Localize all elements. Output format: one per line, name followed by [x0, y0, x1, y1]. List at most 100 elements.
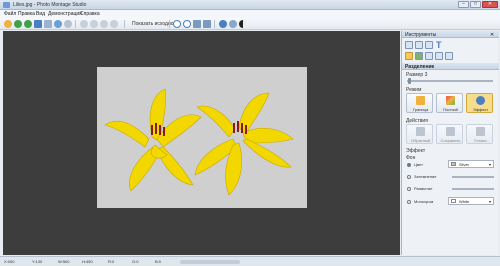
done-label: Готово: [474, 138, 487, 143]
forward-arrow-icon[interactable]: [24, 20, 32, 28]
border-mode-icon: [416, 96, 425, 105]
settings-icon[interactable]: [219, 20, 227, 28]
panel-header: Инструменты ✕: [402, 31, 499, 38]
monochrome-select-value: White: [459, 199, 470, 204]
window-title: Lilies.jpg - Photo Montage Studio: [13, 2, 87, 8]
zoom-actual-icon[interactable]: [110, 20, 118, 28]
horizontal-scrollbar[interactable]: [180, 260, 240, 264]
color-swatch: [451, 162, 456, 166]
app-icon: [3, 2, 10, 8]
effects-tool-icon[interactable]: [445, 52, 453, 60]
open-icon[interactable]: [4, 20, 12, 28]
status-width: W:500: [58, 259, 70, 264]
frame-tool-icon[interactable]: [435, 52, 443, 60]
effect-mode-icon: [476, 96, 485, 105]
separator: [214, 20, 215, 28]
status-x: X:000: [4, 259, 15, 264]
panel-header-label: Инструменты: [405, 32, 437, 38]
invert-icon: [416, 127, 425, 136]
redo-icon[interactable]: [64, 20, 72, 28]
zoom-out-icon[interactable]: [90, 20, 98, 28]
color-tool-icon[interactable]: [415, 52, 423, 60]
menu-bar: Файл Правка Вид Демонстрация Справка: [0, 10, 500, 18]
back-arrow-icon[interactable]: [14, 20, 22, 28]
mode-border-label: Граница: [412, 107, 429, 112]
zoom-fit-icon[interactable]: [100, 20, 108, 28]
lily-flowers-image: [104, 88, 294, 196]
menu-demo[interactable]: Демонстрация: [48, 11, 82, 17]
done-button[interactable]: Готово: [466, 124, 493, 144]
print-icon[interactable]: [44, 20, 52, 28]
save-icon[interactable]: [34, 20, 42, 28]
rotate-tool-icon[interactable]: [425, 41, 433, 49]
section-header: Разделение: [402, 63, 499, 70]
mode-border-button[interactable]: Граница: [406, 93, 433, 113]
background-label: Фон: [406, 155, 416, 161]
photo-image[interactable]: [97, 67, 307, 208]
menu-help[interactable]: Справка: [80, 11, 100, 17]
effect-label: Эффект: [406, 148, 426, 154]
flip-vertical-icon[interactable]: [193, 20, 201, 28]
separation-tool-icon[interactable]: [405, 52, 413, 60]
undo-icon[interactable]: [54, 20, 62, 28]
brightness-icon[interactable]: [229, 20, 237, 28]
status-blue: B:0: [155, 259, 162, 264]
separator: [75, 20, 76, 28]
crop-tool-icon[interactable]: [405, 41, 413, 49]
menu-file[interactable]: Файл: [4, 11, 16, 17]
close-button[interactable]: ✕: [482, 1, 498, 8]
resize-tool-icon[interactable]: [415, 41, 423, 49]
panel-close-icon[interactable]: ✕: [490, 32, 494, 38]
flip-horizontal-icon[interactable]: [203, 20, 211, 28]
darken-slider[interactable]: [452, 176, 494, 178]
color-option-label: Цвет: [414, 162, 423, 167]
minimize-button[interactable]: –: [458, 1, 469, 8]
invert-label: Обратный: [411, 138, 430, 143]
status-y: Y:130: [32, 259, 43, 264]
monochrome-swatch: [451, 199, 456, 203]
tools-panel: Инструменты ✕ T Разделение Размер 3 Режи…: [401, 31, 499, 255]
maximize-button[interactable]: □: [470, 1, 481, 8]
size-slider-handle[interactable]: [408, 78, 411, 84]
text-tool-icon[interactable]: T: [435, 41, 443, 50]
color-select[interactable]: Silver ▾: [448, 160, 494, 168]
chevron-down-icon: ▾: [489, 162, 492, 167]
blur-radio[interactable]: [407, 187, 411, 191]
rotate-right-icon[interactable]: [183, 20, 191, 28]
status-green: G:0: [132, 259, 139, 264]
mode-effect-button[interactable]: Эффект: [466, 93, 493, 113]
checkmark-icon: [476, 127, 485, 136]
separator: [124, 20, 125, 28]
mode-full-button[interactable]: Полный: [436, 93, 463, 113]
contrast-icon[interactable]: [239, 20, 247, 28]
separator: [169, 20, 170, 28]
color-radio[interactable]: [407, 163, 411, 167]
size-slider[interactable]: [407, 80, 493, 82]
monochrome-option-label: Монохром: [414, 199, 434, 204]
save-action-icon: [446, 127, 455, 136]
status-bar: X:000 Y:130 W:500 H:450 R:0 G:0 B:0: [0, 256, 500, 266]
monochrome-radio[interactable]: [407, 200, 411, 204]
save-action-label: Сохранить: [440, 138, 461, 143]
section-title: Разделение: [405, 64, 435, 70]
blur-option-label: Размытие: [414, 186, 433, 191]
zoom-in-icon[interactable]: [80, 20, 88, 28]
invert-button[interactable]: Обратный: [406, 124, 433, 144]
menu-edit[interactable]: Правка: [18, 11, 35, 17]
darken-radio[interactable]: [407, 175, 411, 179]
title-bar: Lilies.jpg - Photo Montage Studio – □ ✕: [0, 0, 500, 10]
chevron-down-icon: ▾: [489, 199, 492, 204]
rotate-left-icon[interactable]: [173, 20, 181, 28]
color-select-value: Silver: [459, 162, 470, 167]
filter-tool-icon[interactable]: [425, 52, 433, 60]
menu-view[interactable]: Вид: [36, 11, 45, 17]
toolbar: Показать исходное: [0, 18, 500, 30]
blur-slider[interactable]: [452, 188, 494, 190]
full-mode-icon: [446, 96, 455, 105]
save-action-button[interactable]: Сохранить: [436, 124, 463, 144]
mode-full-label: Полный: [443, 107, 458, 112]
monochrome-select[interactable]: White ▾: [448, 197, 494, 205]
darken-option-label: Затемнение: [414, 174, 437, 179]
status-red: R:0: [108, 259, 115, 264]
mode-effect-label: Эффект: [472, 107, 489, 112]
